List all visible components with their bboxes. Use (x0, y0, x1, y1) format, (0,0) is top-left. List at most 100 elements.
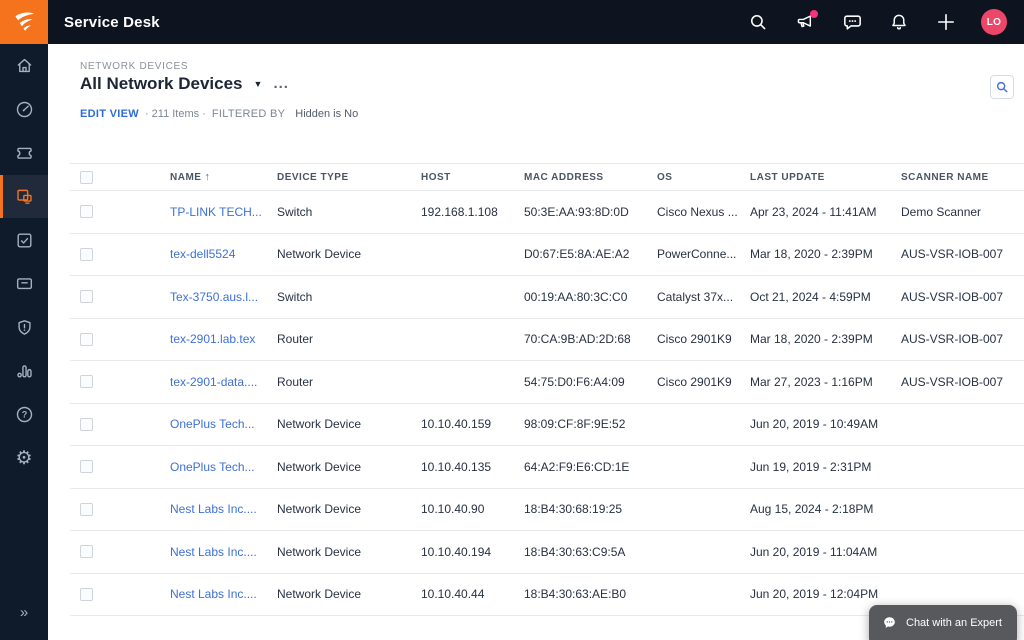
sidebar-item-reports[interactable] (0, 349, 48, 393)
table-row[interactable]: TP-LINK TECH... Switch 192.168.1.108 50:… (70, 191, 1024, 234)
row-checkbox[interactable] (80, 502, 93, 516)
cell-last-update: Mar 18, 2020 - 2:39PM (750, 332, 873, 347)
row-checkbox[interactable] (80, 375, 93, 389)
more-options-button[interactable]: ... (273, 76, 289, 91)
solarwinds-logo[interactable] (0, 0, 48, 44)
table-row[interactable]: Nest Labs Inc.... Network Device 10.10.4… (70, 489, 1024, 531)
row-checkbox-cell (70, 247, 170, 261)
search-icon[interactable] (746, 10, 770, 34)
device-name-link[interactable]: tex-dell5524 (170, 247, 235, 261)
cell-scanner-name: AUS-VSR-IOB-007 (901, 289, 1004, 304)
table-search-button[interactable] (990, 75, 1014, 99)
announcements-badge-dot (810, 10, 818, 18)
cell-mac-address: 18:B4:30:63:C9:5A (524, 544, 626, 559)
device-name-link[interactable]: OnePlus Tech... (170, 460, 255, 474)
sidebar-item-contracts[interactable] (0, 262, 48, 306)
cell-mac-address: D0:67:E5:8A:AE:A2 (524, 247, 630, 262)
chat-with-expert-button[interactable]: Chat with an Expert (869, 605, 1017, 640)
cell-device-type: Network Device (277, 459, 362, 474)
column-header-last-update[interactable]: LAST UPDATE (750, 172, 901, 183)
cell-device-type: Router (277, 374, 314, 389)
device-name-link[interactable]: Tex-3750.aus.l... (170, 290, 258, 304)
sidebar-item-dashboard[interactable] (0, 88, 48, 132)
cell-name: Nest Labs Inc.... (170, 502, 277, 516)
cell-os: Cisco Nexus ... (657, 204, 738, 219)
device-name-link[interactable]: OnePlus Tech... (170, 417, 255, 431)
row-checkbox[interactable] (80, 290, 93, 304)
cell-scanner-name: AUS-VSR-IOB-007 (901, 247, 1004, 262)
cell-host: 10.10.40.90 (421, 502, 485, 517)
device-name-link[interactable]: Nest Labs Inc.... (170, 545, 257, 559)
device-name-link[interactable]: TP-LINK TECH... (170, 205, 262, 219)
cell-mac-address: 54:75:D0:F6:A4:09 (524, 374, 625, 389)
cell-last-update: Jun 20, 2019 - 12:04PM (750, 587, 879, 602)
cell-device-type: Router (277, 332, 314, 347)
cell-os: PowerConne... (657, 247, 737, 262)
row-checkbox-cell (70, 545, 170, 559)
create-plus-icon[interactable] (934, 10, 958, 34)
search-icon (996, 81, 1008, 93)
cell-host: 192.168.1.108 (421, 204, 498, 219)
sidebar-item-risks[interactable] (0, 306, 48, 350)
sidebar-item-setup[interactable]: ⚙ (0, 436, 48, 480)
filter-value[interactable]: Hidden is No (295, 108, 358, 120)
table-row[interactable]: tex-dell5524 Network Device D0:67:E5:8A:… (70, 234, 1024, 276)
device-name-link[interactable]: Nest Labs Inc.... (170, 587, 257, 601)
table-body: TP-LINK TECH... Switch 192.168.1.108 50:… (70, 191, 1024, 616)
chat-bubble-icon[interactable] (840, 10, 864, 34)
row-checkbox[interactable] (80, 247, 93, 261)
svg-text:?: ? (21, 410, 27, 420)
table-row[interactable]: OnePlus Tech... Network Device 10.10.40.… (70, 446, 1024, 489)
sidebar-item-tickets[interactable] (0, 131, 48, 175)
sidebar-item-help[interactable]: ? (0, 393, 48, 437)
row-checkbox[interactable] (80, 332, 93, 346)
cell-host: 10.10.40.44 (421, 587, 485, 602)
sidebar-expand-chevrons-icon[interactable]: » (0, 592, 48, 632)
page-title: All Network Devices (80, 74, 243, 93)
chat-bubble-icon (884, 617, 895, 628)
table-row[interactable]: tex-2901.lab.tex Router 70:CA:9B:AD:2D:6… (70, 319, 1024, 361)
device-name-link[interactable]: tex-2901-data.... (170, 375, 257, 389)
row-checkbox-cell (70, 205, 170, 219)
user-avatar[interactable]: LO (981, 9, 1007, 35)
column-header-host[interactable]: HOST (421, 172, 524, 183)
cell-name: OnePlus Tech... (170, 417, 277, 431)
row-checkbox-cell (70, 460, 170, 474)
title-dropdown-caret-icon[interactable]: ▼ (254, 79, 263, 89)
ticket-icon (16, 148, 32, 160)
column-header-device-type[interactable]: DEVICE TYPE (277, 172, 421, 183)
row-checkbox[interactable] (80, 587, 93, 601)
notifications-bell-icon[interactable] (887, 10, 911, 34)
row-checkbox-cell (70, 290, 170, 304)
sidebar-item-devices[interactable] (0, 174, 48, 219)
row-checkbox[interactable] (80, 545, 93, 559)
column-header-name[interactable]: NAME ↑ (170, 171, 277, 183)
device-name-link[interactable]: tex-2901.lab.tex (170, 332, 255, 346)
column-header-os[interactable]: OS (657, 172, 750, 183)
view-meta-row: EDIT VIEW · 211 Items · FILTERED BY Hidd… (80, 108, 358, 120)
cell-mac-address: 18:B4:30:68:19:25 (524, 502, 623, 517)
sidebar-item-home[interactable] (0, 44, 48, 88)
solarwinds-swirl-icon (15, 12, 35, 31)
row-checkbox-cell (70, 332, 170, 346)
cell-mac-address: 18:B4:30:63:AE:B0 (524, 587, 627, 602)
cell-last-update: Oct 21, 2024 - 4:59PM (750, 289, 871, 304)
table-row[interactable]: Nest Labs Inc.... Network Device 10.10.4… (70, 531, 1024, 574)
row-checkbox[interactable] (80, 205, 93, 219)
table-row[interactable]: tex-2901-data.... Router 54:75:D0:F6:A4:… (70, 361, 1024, 404)
announcements-icon[interactable] (793, 10, 818, 34)
column-header-scanner-name[interactable]: SCANNER NAME (901, 172, 1024, 183)
edit-view-link[interactable]: EDIT VIEW (80, 108, 139, 120)
chat-label: Chat with an Expert (906, 616, 1002, 629)
row-checkbox[interactable] (80, 417, 93, 431)
table-row[interactable]: Tex-3750.aus.l... Switch 00:19:AA:80:3C:… (70, 276, 1024, 319)
bar-chart-icon (16, 365, 32, 378)
devices-table: NAME ↑ DEVICE TYPE HOST MAC ADDRESS OS LA… (70, 163, 1024, 616)
select-all-checkbox[interactable] (80, 170, 93, 184)
device-name-link[interactable]: Nest Labs Inc.... (170, 502, 257, 516)
sidebar-item-tasks[interactable] (0, 218, 48, 262)
table-row[interactable]: OnePlus Tech... Network Device 10.10.40.… (70, 404, 1024, 446)
column-header-mac-address[interactable]: MAC ADDRESS (524, 172, 657, 183)
row-checkbox[interactable] (80, 460, 93, 474)
